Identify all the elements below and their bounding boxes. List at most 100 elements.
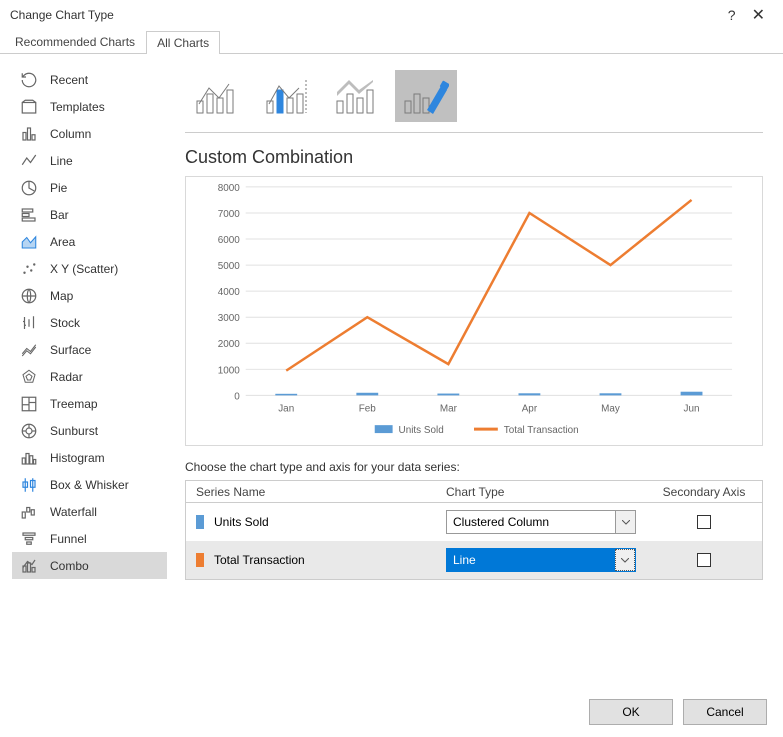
svg-text:6000: 6000 — [218, 235, 241, 246]
sidebar-item-label: Funnel — [50, 532, 87, 546]
combo-icon — [18, 555, 40, 577]
sidebar-item-radar[interactable]: Radar — [12, 363, 167, 390]
combo-thumb-2[interactable] — [255, 70, 317, 122]
svg-text:Total Transaction: Total Transaction — [504, 425, 579, 436]
treemap-icon — [18, 393, 40, 415]
sidebar-item-label: Map — [50, 289, 73, 303]
sidebar-item-combo[interactable]: Combo — [12, 552, 167, 579]
histogram-icon — [18, 447, 40, 469]
sidebar-item-pie[interactable]: Pie — [12, 174, 167, 201]
svg-text:7000: 7000 — [218, 209, 241, 220]
svg-text:Units Sold: Units Sold — [399, 425, 444, 436]
waterfall-icon — [18, 501, 40, 523]
series-row-units-sold[interactable]: Units Sold Clustered Column — [186, 503, 762, 541]
series-name-label: Units Sold — [214, 515, 269, 529]
map-icon — [18, 285, 40, 307]
funnel-icon — [18, 528, 40, 550]
x-y-scatter--icon — [18, 258, 40, 280]
sidebar-item-treemap[interactable]: Treemap — [12, 390, 167, 417]
svg-text:2000: 2000 — [218, 339, 241, 350]
help-button[interactable]: ? — [720, 7, 744, 23]
close-button[interactable]: ✕ — [744, 5, 773, 25]
ok-button[interactable]: OK — [589, 699, 673, 725]
bar-icon — [18, 204, 40, 226]
recent-icon — [18, 69, 40, 91]
sidebar-item-label: Pie — [50, 181, 67, 195]
combo-thumb-3[interactable] — [325, 70, 387, 122]
sidebar-item-recent[interactable]: Recent — [12, 66, 167, 93]
sidebar-item-area[interactable]: Area — [12, 228, 167, 255]
sidebar-item-label: Box & Whisker — [50, 478, 129, 492]
sidebar-item-x-y-scatter-[interactable]: X Y (Scatter) — [12, 255, 167, 282]
sidebar-item-label: Column — [50, 127, 91, 141]
sidebar-item-line[interactable]: Line — [12, 147, 167, 174]
sidebar-item-histogram[interactable]: Histogram — [12, 444, 167, 471]
sidebar-item-bar[interactable]: Bar — [12, 201, 167, 228]
sidebar-item-label: Waterfall — [50, 505, 97, 519]
sunburst-icon — [18, 420, 40, 442]
sidebar-item-label: Sunburst — [50, 424, 98, 438]
col-secondary-axis: Secondary Axis — [656, 485, 752, 499]
series-name-label: Total Transaction — [214, 553, 305, 567]
series-type-dropdown-units[interactable]: Clustered Column — [446, 510, 636, 534]
sidebar-item-label: Combo — [50, 559, 89, 573]
combo-subtype-thumbs — [185, 70, 763, 122]
sidebar-item-label: Radar — [50, 370, 83, 384]
box-whisker-icon — [18, 474, 40, 496]
sidebar-item-label: Area — [50, 235, 75, 249]
svg-text:4000: 4000 — [218, 287, 241, 298]
secondary-axis-checkbox-total[interactable] — [697, 553, 711, 567]
stock-icon — [18, 312, 40, 334]
sidebar-item-funnel[interactable]: Funnel — [12, 525, 167, 552]
sidebar-item-label: Surface — [50, 343, 91, 357]
sidebar-item-label: Treemap — [50, 397, 98, 411]
sidebar-item-sunburst[interactable]: Sunburst — [12, 417, 167, 444]
pie-icon — [18, 177, 40, 199]
cancel-button[interactable]: Cancel — [683, 699, 767, 725]
templates-icon — [18, 96, 40, 118]
sidebar-item-label: Line — [50, 154, 73, 168]
svg-text:5000: 5000 — [218, 261, 241, 272]
combo-thumb-custom[interactable] — [395, 70, 457, 122]
svg-text:Jan: Jan — [278, 403, 294, 414]
sidebar-item-label: Histogram — [50, 451, 105, 465]
chevron-down-icon — [615, 549, 635, 571]
col-series-name: Series Name — [196, 485, 446, 499]
line-icon — [18, 150, 40, 172]
svg-text:May: May — [601, 403, 620, 414]
surface-icon — [18, 339, 40, 361]
tab-recommended[interactable]: Recommended Charts — [4, 30, 146, 53]
secondary-axis-checkbox-units[interactable] — [697, 515, 711, 529]
svg-text:Mar: Mar — [440, 403, 458, 414]
sidebar-item-waterfall[interactable]: Waterfall — [12, 498, 167, 525]
series-row-total-transaction[interactable]: Total Transaction Line — [186, 541, 762, 579]
sidebar-item-label: Templates — [50, 100, 105, 114]
sidebar-item-box-whisker[interactable]: Box & Whisker — [12, 471, 167, 498]
series-type-dropdown-total[interactable]: Line — [446, 548, 636, 572]
sidebar-item-column[interactable]: Column — [12, 120, 167, 147]
column-icon — [18, 123, 40, 145]
area-icon — [18, 231, 40, 253]
chart-type-sidebar: Recent Templates Column Line Pie Bar Area X Y (… — [0, 54, 167, 679]
tab-all-charts[interactable]: All Charts — [146, 31, 220, 54]
svg-text:Jun: Jun — [684, 403, 700, 414]
sidebar-item-map[interactable]: Map — [12, 282, 167, 309]
sidebar-item-label: Recent — [50, 73, 88, 87]
dialog-title: Change Chart Type — [10, 8, 114, 22]
svg-text:Apr: Apr — [522, 403, 538, 414]
svg-text:3000: 3000 — [218, 313, 241, 324]
sidebar-item-stock[interactable]: Stock — [12, 309, 167, 336]
combo-thumb-1[interactable] — [185, 70, 247, 122]
svg-text:1000: 1000 — [218, 365, 241, 376]
svg-text:Feb: Feb — [359, 403, 377, 414]
series-instruction: Choose the chart type and axis for your … — [185, 460, 763, 474]
svg-text:8000: 8000 — [218, 183, 241, 194]
series-table: Series Name Chart Type Secondary Axis Un… — [185, 480, 763, 580]
sidebar-item-surface[interactable]: Surface — [12, 336, 167, 363]
sidebar-item-label: Stock — [50, 316, 80, 330]
sidebar-item-templates[interactable]: Templates — [12, 93, 167, 120]
radar-icon — [18, 366, 40, 388]
chart-preview: 010002000300040005000600070008000JanFebM… — [185, 176, 763, 446]
sidebar-item-label: X Y (Scatter) — [50, 262, 118, 276]
sidebar-item-label: Bar — [50, 208, 69, 222]
